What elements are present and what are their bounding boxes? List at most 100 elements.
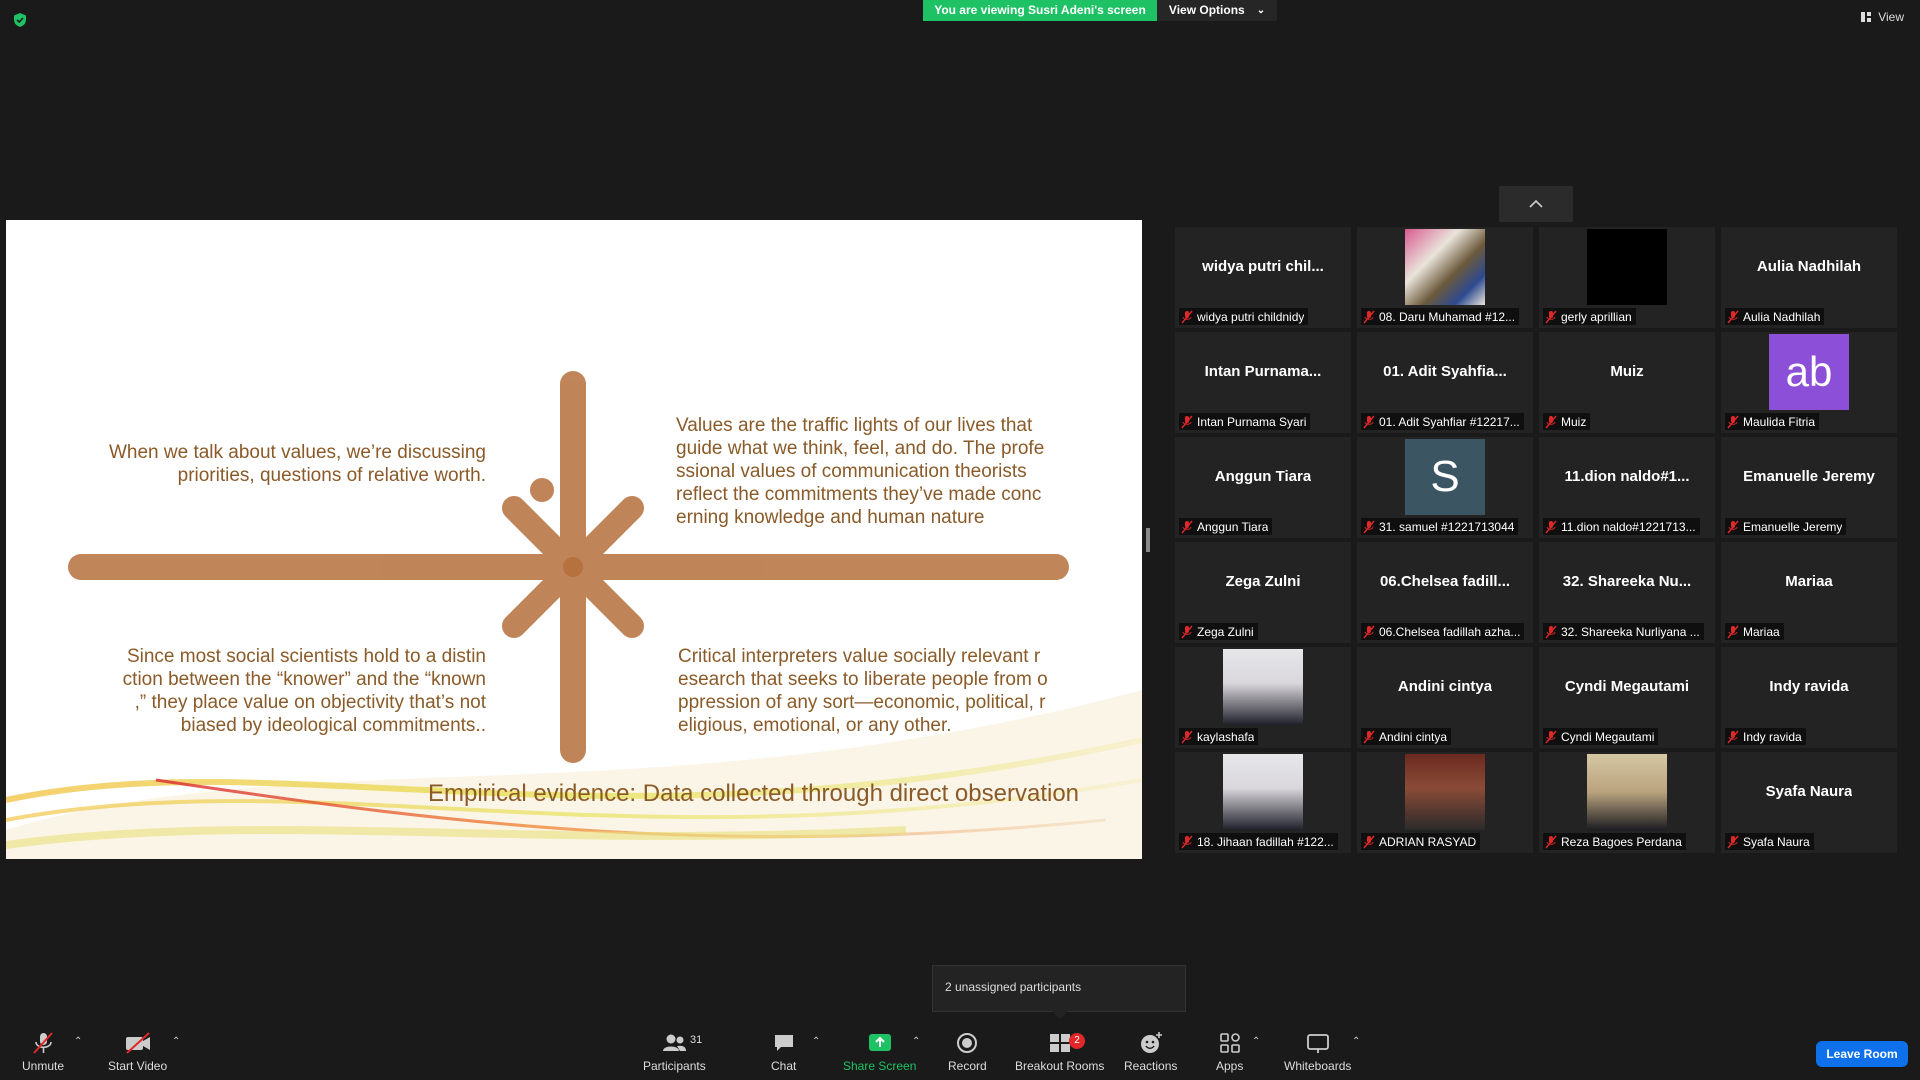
participant-tile[interactable]: Reza Bagoes Perdana [1539, 752, 1715, 853]
unassigned-participants-popup[interactable]: 2 unassigned participants [932, 965, 1186, 1012]
reactions-label: Reactions [1124, 1059, 1178, 1073]
chevron-up-icon[interactable]: ⌃ [812, 1036, 820, 1047]
whiteboard-icon [1306, 1034, 1329, 1053]
participant-tile[interactable]: 08. Daru Muhamad #12... [1357, 227, 1533, 328]
participant-name-large: 32. Shareeka Nu... [1562, 573, 1692, 590]
smiley-icon [1140, 1032, 1162, 1053]
chevron-up-icon[interactable]: ⌃ [1352, 1036, 1360, 1047]
participant-tile[interactable]: 06.Chelsea fadill... 06.Chelsea fadillah… [1357, 542, 1533, 643]
breakout-rooms-button[interactable]: Breakout Rooms [1015, 1031, 1104, 1073]
chevron-up-icon[interactable]: ⌃ [74, 1036, 82, 1047]
gallery-page-up-button[interactable] [1499, 186, 1573, 222]
participant-name-large: Cyndi Megautami [1564, 678, 1690, 695]
slide-text-top-left: When we talk about values, we’re discuss… [108, 442, 486, 486]
mic-muted-icon [1181, 730, 1193, 743]
participant-name-large: Andini cintya [1397, 678, 1493, 695]
mic-muted-icon [1363, 310, 1375, 323]
mic-muted-icon [1545, 625, 1557, 638]
panel-resize-handle[interactable] [1146, 528, 1150, 552]
view-options-button[interactable]: View Options ⌄ [1157, 0, 1277, 21]
participant-tile[interactable]: Anggun Tiara Anggun Tiara [1175, 437, 1351, 538]
record-button[interactable]: Record [948, 1031, 987, 1073]
participant-tile[interactable]: gerly aprillian [1539, 227, 1715, 328]
participant-name: 32. Shareeka Nurliyana ... [1561, 624, 1700, 639]
participant-tile[interactable]: Indy ravida Indy ravida [1721, 647, 1897, 748]
participant-tile[interactable]: 18. Jihaan fadillah #122... [1175, 752, 1351, 853]
mic-muted-icon [1363, 730, 1375, 743]
leave-room-button[interactable]: Leave Room [1816, 1041, 1908, 1067]
start-video-label: Start Video [108, 1059, 168, 1073]
chevron-up-icon[interactable]: ⌃ [1252, 1036, 1260, 1047]
chevron-up-icon[interactable]: ⌃ [172, 1036, 180, 1047]
participant-tile[interactable]: Aulia Nadhilah Aulia Nadhilah [1721, 227, 1897, 328]
participant-tile[interactable]: Muiz Muiz [1539, 332, 1715, 433]
participant-tile[interactable]: Cyndi Megautami Cyndi Megautami [1539, 647, 1715, 748]
participant-name-large: Anggun Tiara [1214, 468, 1312, 485]
participant-tile[interactable]: Zega Zulni Zega Zulni [1175, 542, 1351, 643]
mic-muted-icon [1181, 625, 1193, 638]
participant-name: Anggun Tiara [1197, 519, 1269, 534]
participants-icon [663, 1034, 687, 1051]
apps-button[interactable]: Apps [1216, 1031, 1243, 1073]
participant-name-large: 06.Chelsea fadill... [1379, 573, 1511, 590]
participant-tile[interactable]: 11.dion naldo#1... 11.dion naldo#1221713… [1539, 437, 1715, 538]
record-icon [957, 1033, 978, 1053]
participant-name: Muiz [1561, 414, 1587, 429]
participant-video [1223, 648, 1303, 725]
participant-name-large: 11.dion naldo#1... [1564, 468, 1690, 485]
participant-tile[interactable]: kaylashafa [1175, 647, 1351, 748]
participant-name: 01. Adit Syahfiar #12217... [1379, 414, 1520, 429]
participants-label: Participants [643, 1059, 706, 1073]
mic-muted-icon [1363, 520, 1375, 533]
participant-name: kaylashafa [1197, 729, 1255, 744]
participant-name: Zega Zulni [1197, 624, 1254, 639]
participant-name: Aulia Nadhilah [1743, 309, 1821, 324]
mic-muted-icon [1727, 625, 1739, 638]
participant-video [1405, 228, 1485, 305]
apps-icon [1219, 1033, 1240, 1053]
start-video-button[interactable]: Start Video [108, 1031, 167, 1073]
mic-muted-icon [1363, 835, 1375, 848]
participant-tile[interactable]: Emanuelle Jeremy Emanuelle Jeremy [1721, 437, 1897, 538]
participant-tile[interactable]: S 31. samuel #1221713044 [1357, 437, 1533, 538]
participant-name: Syafa Naura [1743, 834, 1810, 849]
view-button[interactable]: View [1860, 10, 1904, 24]
participant-name: 06.Chelsea fadillah azha... [1379, 624, 1521, 639]
participant-tile[interactable]: widya putri chil... widya putri childnid… [1175, 227, 1351, 328]
grid-view-icon [1861, 12, 1872, 22]
participant-tile[interactable]: 32. Shareeka Nu... 32. Shareeka Nurliyan… [1539, 542, 1715, 643]
security-shield-icon[interactable] [12, 12, 28, 28]
participant-name-large: Mariaa [1785, 573, 1833, 590]
participant-tile[interactable]: Intan Purnama... Intan Purnama Syari [1175, 332, 1351, 433]
participant-name: Andini cintya [1379, 729, 1448, 744]
breakout-rooms-label: Breakout Rooms [1015, 1059, 1105, 1073]
reactions-button[interactable]: Reactions [1124, 1031, 1177, 1073]
participant-name: Cyndi Megautami [1561, 729, 1655, 744]
participant-name-large: Muiz [1610, 363, 1644, 380]
participant-video [1587, 753, 1667, 830]
view-label: View [1878, 10, 1904, 24]
participant-tile[interactable]: ab Maulida Fitria [1721, 332, 1897, 433]
participant-name-large: widya putri chil... [1202, 258, 1324, 275]
participant-tile[interactable]: 01. Adit Syahfia... 01. Adit Syahfiar #1… [1357, 332, 1533, 433]
participant-name: Maulida Fitria [1743, 414, 1816, 429]
chat-button[interactable]: Chat [771, 1031, 796, 1073]
mic-muted-icon [1181, 415, 1193, 428]
participant-name-large: Emanuelle Jeremy [1743, 468, 1875, 485]
participant-tile[interactable]: Syafa Naura Syafa Naura [1721, 752, 1897, 853]
share-screen-icon [868, 1034, 891, 1051]
participant-tile[interactable]: Mariaa Mariaa [1721, 542, 1897, 643]
share-screen-button[interactable]: Share Screen [843, 1031, 916, 1073]
participant-tile[interactable]: ADRIAN RASYAD [1357, 752, 1533, 853]
participant-name-large: Syafa Naura [1765, 783, 1853, 800]
chevron-up-icon[interactable]: ⌃ [912, 1036, 920, 1047]
video-off-icon [125, 1032, 150, 1054]
participant-tile[interactable]: Andini cintya Andini cintya [1357, 647, 1533, 748]
viewing-screen-banner: You are viewing Susri Adeni's screen [923, 0, 1157, 21]
whiteboards-button[interactable]: Whiteboards [1284, 1031, 1351, 1073]
unmute-button[interactable]: Unmute [22, 1031, 64, 1073]
mic-muted-icon [1727, 835, 1739, 848]
apps-label: Apps [1216, 1059, 1244, 1073]
participant-name: Indy ravida [1743, 729, 1802, 744]
participant-avatar: ab [1769, 333, 1849, 410]
